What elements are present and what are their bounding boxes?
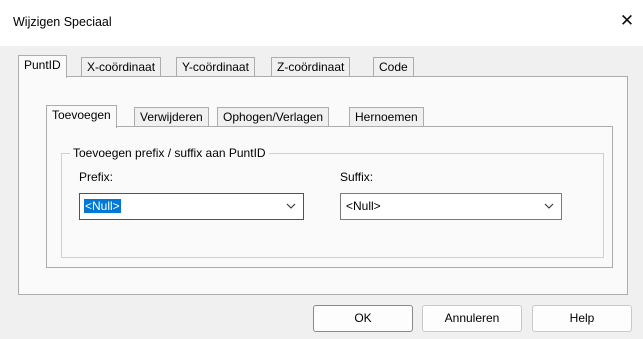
prefix-label: Prefix: [79,170,114,184]
chevron-down-icon[interactable] [544,202,554,210]
suffix-value: <Null> [346,199,381,213]
prefix-combobox[interactable]: <Null> [79,193,304,220]
tab-puntid[interactable]: PuntID [18,55,67,78]
tab-y-coordinaat[interactable]: Y-coördinaat [176,57,255,77]
suffix-label: Suffix: [340,170,374,184]
puntid-panel: Toevoegen Verwijderen Ophogen/Verlagen H… [18,76,628,295]
tab-x-coordinaat[interactable]: X-coördinaat [81,57,162,77]
title-bar: Wijzigen Speciaal ✕ [0,0,643,46]
tab-code[interactable]: Code [373,57,414,77]
chevron-down-icon[interactable] [286,202,296,210]
toevoegen-panel: Toevoegen prefix / suffix aan PuntID Pre… [46,126,613,268]
suffix-combobox[interactable]: <Null> [340,193,562,220]
tab-hernoemen[interactable]: Hernoemen [349,107,424,127]
window-title: Wijzigen Speciaal [13,15,112,29]
prefix-value: <Null> [84,199,121,213]
prefix-suffix-group: Toevoegen prefix / suffix aan PuntID Pre… [61,146,604,258]
tab-toevoegen[interactable]: Toevoegen [46,105,117,128]
group-legend: Toevoegen prefix / suffix aan PuntID [70,146,269,160]
ok-button[interactable]: OK [313,305,413,332]
tab-ophogen-verlagen[interactable]: Ophogen/Verlagen [217,107,330,127]
tab-z-coordinaat[interactable]: Z-coördinaat [271,57,351,77]
help-button[interactable]: Help [532,305,632,332]
close-icon[interactable]: ✕ [617,11,637,31]
tab-verwijderen[interactable]: Verwijderen [134,107,209,127]
cancel-button[interactable]: Annuleren [422,305,522,332]
dialog-window: Wijzigen Speciaal ✕ PuntID X-coördinaat … [0,0,643,339]
